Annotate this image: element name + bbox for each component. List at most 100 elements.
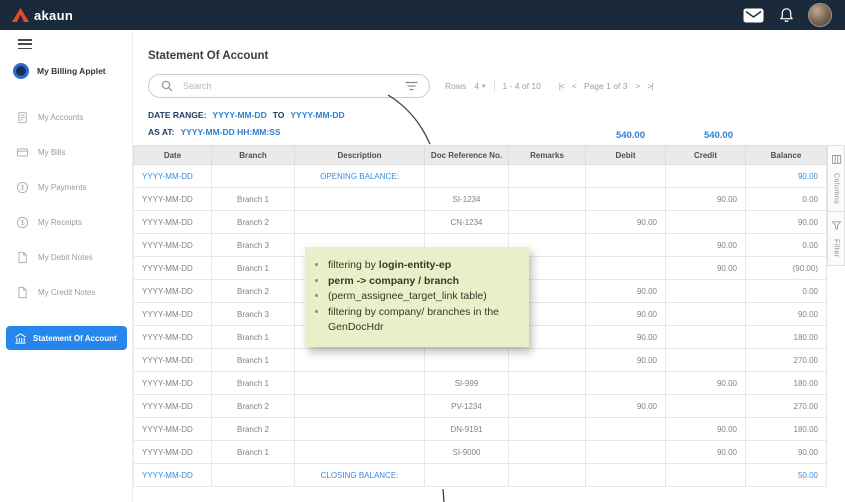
- note-item: perm -> company / branch: [328, 274, 517, 289]
- mail-icon[interactable]: [743, 8, 764, 23]
- cell-date: YYYY-MM-DD: [134, 372, 212, 395]
- sidebar-item-label: My Credit Notes: [38, 288, 95, 297]
- side-panel-tab-columns[interactable]: Columns: [827, 145, 845, 212]
- column-header[interactable]: Balance: [746, 146, 827, 165]
- table-row[interactable]: YYYY-MM-DDBranch 1SI-900090.0090.00: [134, 441, 827, 464]
- column-header[interactable]: Debit: [586, 146, 666, 165]
- search-input[interactable]: [181, 80, 397, 92]
- sidebar-menu: My Accounts My Bills $ My Payments $My Recei…: [0, 100, 133, 350]
- cell-debit: [586, 234, 666, 257]
- side-panel-tab-label: Columns: [833, 173, 840, 204]
- last-page-button[interactable]: >|: [647, 81, 652, 91]
- table-row[interactable]: YYYY-MM-DDBranch 1SI-123490.000.00: [134, 188, 827, 211]
- note-item: filtering by company/ branches in the Ge…: [328, 305, 517, 334]
- cell-date: YYYY-MM-DD: [134, 280, 212, 303]
- sticky-note: filtering by login-entity-epperm -> comp…: [305, 247, 529, 347]
- table-row[interactable]: YYYY-MM-DDOPENING BALANCE:90.00: [134, 165, 827, 188]
- table-row[interactable]: YYYY-MM-DDBranch 2DN-919190.00180.00: [134, 418, 827, 441]
- bills-icon: [16, 146, 29, 159]
- table-row[interactable]: YYYY-MM-DDBranch 1SI-99990.00180.00: [134, 372, 827, 395]
- cell-date: YYYY-MM-DD: [134, 464, 212, 487]
- prev-page-button[interactable]: <: [572, 81, 576, 91]
- cell-branch: Branch 3: [212, 234, 295, 257]
- cell-debit: [586, 464, 666, 487]
- cell-branch: Branch 1: [212, 188, 295, 211]
- sidebar-item-label: My Bills: [38, 148, 66, 157]
- sidebar-item-bills[interactable]: My Bills: [0, 135, 133, 170]
- cell-credit: 90.00: [666, 234, 746, 257]
- cell-remarks: [509, 211, 586, 234]
- applet-header[interactable]: My Billing Applet: [13, 63, 106, 79]
- cell-description: [295, 418, 425, 441]
- as-at-row: AS AT: YYYY-MM-DD HH:MM:SS: [148, 127, 281, 137]
- svg-text:$: $: [21, 220, 25, 227]
- table-row[interactable]: YYYY-MM-DDCLOSING BALANCE:50.00: [134, 464, 827, 487]
- cell-balance: 180.00: [746, 418, 827, 441]
- cell-credit: [666, 349, 746, 372]
- cell-remarks: [509, 441, 586, 464]
- topbar: akaun: [0, 0, 845, 30]
- notifications-bell-icon[interactable]: [779, 7, 794, 23]
- cell-doc_ref: SI-1234: [425, 188, 509, 211]
- sidebar-item-credit-notes[interactable]: My Credit Notes: [0, 275, 133, 310]
- date-range-label: DATE RANGE:: [148, 110, 206, 120]
- sidebar-item-debit-notes[interactable]: My Debit Notes: [0, 240, 133, 275]
- cell-balance: 180.00: [746, 326, 827, 349]
- cell-date: YYYY-MM-DD: [134, 303, 212, 326]
- cell-debit: 90.00: [586, 280, 666, 303]
- avatar[interactable]: [809, 4, 831, 26]
- cell-balance: 90.00: [746, 211, 827, 234]
- grid-side-panel: Columns Filter: [827, 145, 845, 266]
- accounts-icon: [16, 111, 29, 124]
- cell-remarks: [509, 188, 586, 211]
- column-header[interactable]: Branch: [212, 146, 295, 165]
- sidebar-item-payments[interactable]: $ My Payments: [0, 170, 133, 205]
- table-row[interactable]: YYYY-MM-DDBranch 190.00270.00: [134, 349, 827, 372]
- column-header[interactable]: Doc Reference No.: [425, 146, 509, 165]
- side-panel-tab-filter[interactable]: Filter: [827, 212, 845, 266]
- first-page-button[interactable]: |<: [559, 81, 564, 91]
- page-title: Statement Of Account: [148, 50, 268, 62]
- column-header[interactable]: Description: [295, 146, 425, 165]
- cell-debit: [586, 257, 666, 280]
- cell-remarks: [509, 395, 586, 418]
- search-box[interactable]: [148, 74, 430, 98]
- cell-doc_ref: DN-9191: [425, 418, 509, 441]
- cell-debit: 90.00: [586, 303, 666, 326]
- credit-notes-icon: [16, 286, 29, 299]
- divider: [494, 80, 495, 92]
- date-to-value[interactable]: YYYY-MM-DD: [290, 110, 344, 120]
- side-panel-tab-label: Filter: [833, 239, 840, 258]
- cell-credit: [666, 165, 746, 188]
- sidebar-item-statement[interactable]: Statement Of Account: [6, 326, 127, 350]
- cell-branch: Branch 1: [212, 257, 295, 280]
- cell-remarks: [509, 464, 586, 487]
- column-header[interactable]: Credit: [666, 146, 746, 165]
- cell-date: YYYY-MM-DD: [134, 188, 212, 211]
- cell-date: YYYY-MM-DD: [134, 211, 212, 234]
- date-from-value[interactable]: YYYY-MM-DD: [212, 110, 266, 120]
- applet-title: My Billing Applet: [37, 66, 106, 76]
- cell-credit: [666, 303, 746, 326]
- table-row[interactable]: YYYY-MM-DDBranch 2PV-123490.00270.00: [134, 395, 827, 418]
- note-item: filtering by login-entity-ep: [328, 258, 517, 273]
- hamburger-menu-icon[interactable]: [18, 39, 32, 52]
- cell-doc_ref: [425, 349, 509, 372]
- cell-branch: Branch 2: [212, 395, 295, 418]
- next-page-button[interactable]: >: [635, 81, 639, 91]
- sidebar-item-label: My Payments: [38, 183, 86, 192]
- sidebar-item-receipts[interactable]: $My Receipts: [0, 205, 133, 240]
- brand-logo[interactable]: akaun: [12, 8, 73, 23]
- rows-per-page-select[interactable]: 4 ▾: [474, 81, 485, 91]
- cell-credit: [666, 326, 746, 349]
- chevron-down-icon: ▾: [482, 82, 486, 90]
- cell-debit: [586, 418, 666, 441]
- table-header-row: DateBranchDescriptionDoc Reference No.Re…: [134, 146, 827, 165]
- search-filter-icon[interactable]: [405, 81, 418, 91]
- table-row[interactable]: YYYY-MM-DDBranch 2CN-123490.0090.00: [134, 211, 827, 234]
- payments-icon: $: [16, 181, 29, 194]
- column-header[interactable]: Date: [134, 146, 212, 165]
- sidebar-item-accounts[interactable]: My Accounts: [0, 100, 133, 135]
- column-header[interactable]: Remarks: [509, 146, 586, 165]
- range-text: 1 - 4 of 10: [503, 81, 541, 91]
